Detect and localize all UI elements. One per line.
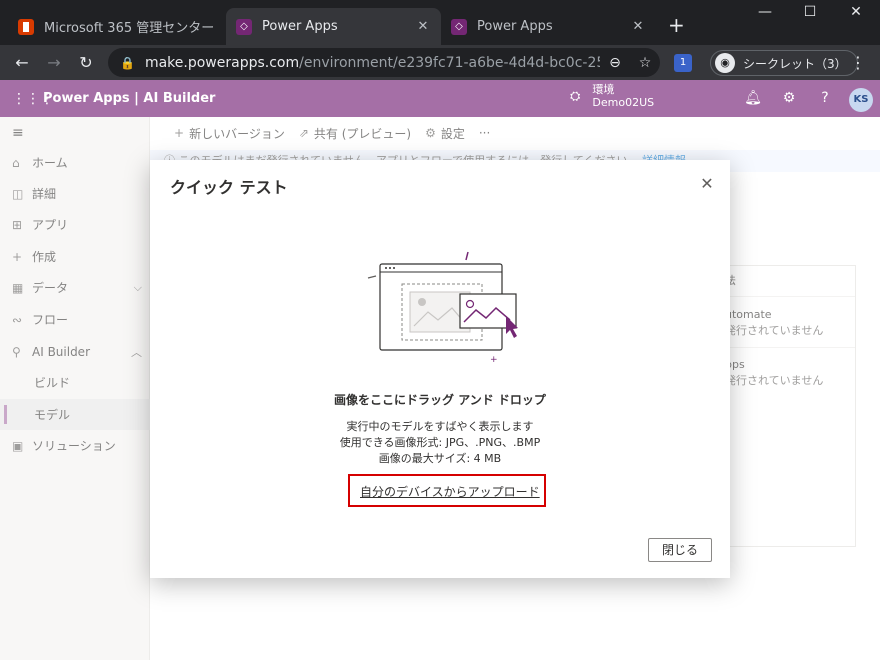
zoom-icon[interactable]: ⊖: [600, 55, 630, 71]
incognito-indicator[interactable]: ◉ シークレット（3）: [710, 50, 858, 76]
drop-heading: 画像をここにドラッグ アンド ドロップ: [334, 393, 546, 407]
sparkle-icon: +: [490, 355, 498, 365]
bell-icon[interactable]: 🔔︎: [743, 90, 763, 106]
tab-close-icon[interactable]: ✕: [415, 19, 431, 34]
maximize-icon[interactable]: ☐: [795, 4, 825, 20]
help-line: 画像の最大サイズ: 4 MB: [378, 452, 502, 465]
dialog-title: クイック テスト: [170, 178, 288, 197]
kebab-menu-icon[interactable]: ⋮: [850, 53, 866, 72]
environment-name: Demo02US: [592, 96, 655, 109]
browser-tab-power-apps-active[interactable]: Power Apps ✕: [226, 8, 441, 45]
back-arrow-icon[interactable]: ←: [10, 51, 34, 75]
new-tab-icon[interactable]: +: [668, 14, 685, 36]
close-icon[interactable]: ✕: [698, 174, 716, 193]
window-dot: [385, 267, 387, 269]
environment-label: 環境: [592, 83, 615, 96]
quick-test-dialog: クイック テスト ✕ + 画像をここにドラッグ アンド ドロップ 実行中のモデル…: [150, 160, 730, 578]
help-line: 実行中のモデルをすばやく表示します: [346, 420, 534, 433]
help-icon[interactable]: ?: [815, 90, 835, 106]
reload-icon[interactable]: ↻: [74, 51, 98, 75]
tab-title: Microsoft 365 管理センター - ホーム: [44, 21, 216, 36]
browser-toolbar: ← → ↻ 🔒 make.powerapps.com/environment/e…: [0, 45, 880, 80]
image-upload-illustration: +: [367, 251, 518, 365]
tab-title: Power Apps: [477, 19, 553, 34]
close-button[interactable]: 閉じる: [648, 538, 712, 562]
tab-title: Power Apps: [262, 19, 338, 34]
forward-arrow-icon[interactable]: →: [42, 51, 66, 75]
power-apps-logo-icon: [451, 18, 467, 35]
sparkle-line: [367, 275, 377, 279]
window-close-icon[interactable]: ✕: [841, 4, 871, 20]
image-sun: [465, 299, 475, 309]
window-dot: [393, 267, 395, 269]
incognito-label: シークレット（3）: [743, 56, 847, 71]
app-title[interactable]: Power Apps | AI Builder: [43, 91, 215, 106]
tab-close-icon[interactable]: ✕: [630, 19, 646, 34]
help-line: 使用できる画像形式: JPG、.PNG、.BMP: [339, 436, 541, 449]
browser-tab-strip: Microsoft 365 管理センター - ホーム Power Apps ✕ …: [0, 0, 880, 45]
lock-icon: 🔒: [120, 55, 135, 70]
window-dot: [389, 267, 391, 269]
app-header: ⋮⋮⋮ Power Apps | AI Builder ⛭ 環境 Demo02U…: [0, 80, 880, 117]
office-logo-icon: [18, 18, 34, 35]
power-apps-logo-icon: [236, 18, 252, 35]
sparkle-line: [465, 251, 469, 261]
browser-tab-m365-admin[interactable]: Microsoft 365 管理センター - ホーム: [8, 8, 226, 45]
incognito-icon: ◉: [715, 53, 735, 73]
url-text[interactable]: make.powerapps.com/environment/e239fc71-…: [145, 55, 600, 71]
environment-picker[interactable]: ⛭ 環境 Demo02US: [570, 83, 654, 109]
star-icon[interactable]: ☆: [630, 55, 660, 71]
minimize-icon[interactable]: —: [750, 4, 780, 20]
extension-icon[interactable]: 1: [674, 54, 692, 72]
environment-icon: ⛭: [570, 88, 581, 104]
avatar[interactable]: KS: [849, 88, 873, 112]
upload-from-device-link[interactable]: 自分のデバイスからアップロード: [360, 483, 540, 500]
ghost-sun: [418, 298, 426, 306]
address-bar[interactable]: 🔒 make.powerapps.com/environment/e239fc7…: [108, 48, 660, 77]
browser-tab-power-apps[interactable]: Power Apps ✕: [441, 8, 656, 45]
gear-icon[interactable]: ⚙: [779, 90, 799, 106]
